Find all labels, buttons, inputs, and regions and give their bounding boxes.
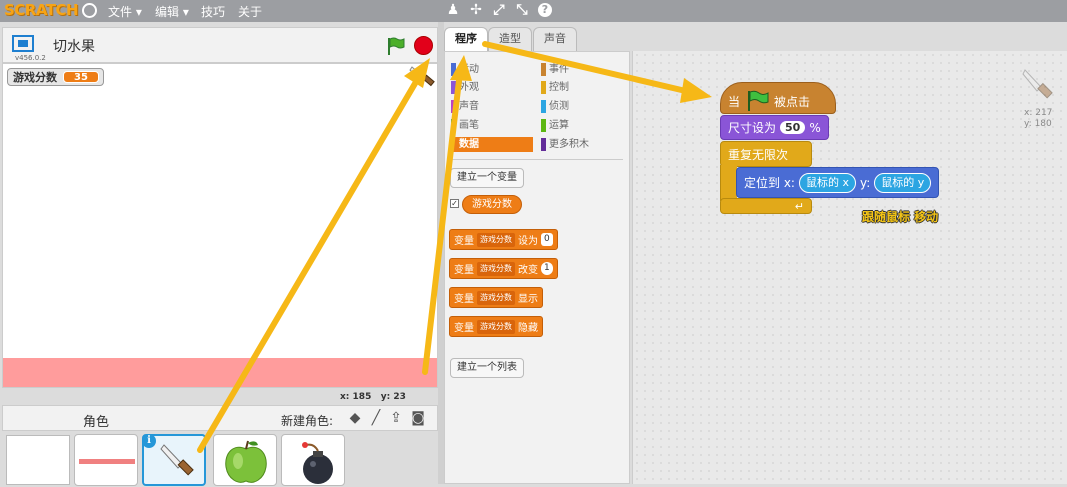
sprite-pane-header: 角色 新建角色: ◆ ╱ ⇪ ◙ xyxy=(2,405,438,431)
scratch-logo[interactable]: SCRATCH xyxy=(4,1,79,19)
set-variable-block[interactable]: 变量 游戏分数 设为 0 xyxy=(449,229,558,250)
when-flag-clicked-block[interactable]: 当 被点击 xyxy=(720,82,836,114)
brush-icon[interactable]: ╱ xyxy=(368,410,384,426)
mouse-y-reporter[interactable]: 鼠标的 y xyxy=(874,172,932,193)
sprites-label: 角色 xyxy=(83,415,110,430)
stage-header: 切水果 v456.0.2 xyxy=(2,27,438,63)
variable-visible-checkbox[interactable]: ✓ xyxy=(450,199,459,208)
variable-monitor-name: 游戏分数 xyxy=(13,71,57,84)
current-sprite-icon xyxy=(1022,69,1053,99)
tab-costumes[interactable]: 造型 xyxy=(488,27,532,51)
camera-icon[interactable]: ◙ xyxy=(410,410,426,426)
variable-monitor-value: 35 xyxy=(63,71,99,83)
variable-reporter[interactable]: 游戏分数 xyxy=(462,195,522,214)
stage-thumbnail[interactable] xyxy=(6,435,70,485)
mouse-x-value: 185 xyxy=(352,392,372,402)
loop-arrow-icon: ↵ xyxy=(794,199,804,213)
new-sprite-label: 新建角色: xyxy=(281,414,334,428)
variable-monitor[interactable]: 游戏分数 35 xyxy=(7,68,104,86)
category-sound[interactable]: 声音 xyxy=(451,99,533,114)
mouse-y-value: 23 xyxy=(393,392,406,402)
set-size-block[interactable]: 尺寸设为 50 % xyxy=(720,115,829,140)
knife-sprite-on-stage[interactable] xyxy=(408,64,436,90)
category-operators[interactable]: 运算 xyxy=(541,118,623,133)
fullscreen-icon[interactable] xyxy=(12,35,34,52)
language-globe-icon[interactable] xyxy=(82,3,97,18)
annotation-text: 跟随鼠标 移动 xyxy=(862,210,939,224)
help-icon[interactable]: ? xyxy=(538,3,552,17)
project-title[interactable]: 切水果 xyxy=(53,36,95,56)
category-looks[interactable]: 外观 xyxy=(451,80,533,95)
sprite-thumb-pink-line[interactable] xyxy=(74,434,138,486)
category-more-blocks[interactable]: 更多积木 xyxy=(541,137,623,152)
sprite-position: x: 217 y: 180 xyxy=(1024,108,1053,129)
forever-block[interactable]: 重复无限次 xyxy=(720,141,812,167)
knife-icon xyxy=(160,444,194,476)
category-events[interactable]: 事件 xyxy=(541,62,623,77)
palette-divider xyxy=(451,159,623,160)
menu-file[interactable]: 文件 ▾ xyxy=(108,3,142,20)
green-flag-icon[interactable] xyxy=(385,36,405,56)
duplicate-stamp-icon[interactable]: ♟ xyxy=(445,2,461,18)
goto-xy-block[interactable]: 定位到 x: 鼠标的 x y: 鼠标的 y xyxy=(736,167,940,198)
show-variable-block[interactable]: 变量 游戏分数 显示 xyxy=(449,287,543,308)
tab-sounds[interactable]: 声音 xyxy=(533,27,577,51)
green-flag-icon xyxy=(748,90,769,111)
shrink-icon[interactable]: ⤡ xyxy=(514,2,530,18)
upload-icon[interactable]: ⇪ xyxy=(388,410,404,426)
grow-icon[interactable]: ⤢ xyxy=(491,2,507,18)
sprite-thumb-knife[interactable]: i xyxy=(142,434,206,486)
cut-icon[interactable]: ✢ xyxy=(468,2,484,18)
apple-icon xyxy=(225,440,267,483)
category-motion[interactable]: 运动 xyxy=(451,62,533,77)
paint-icon[interactable]: ◆ xyxy=(347,410,363,426)
stop-icon[interactable] xyxy=(414,36,433,55)
menu-tips[interactable]: 技巧 xyxy=(201,3,225,20)
sprite-list: i xyxy=(2,431,438,486)
category-pen[interactable]: 画笔 xyxy=(451,118,533,133)
size-value[interactable]: 50 xyxy=(780,121,806,134)
stage-canvas[interactable]: 游戏分数 35 xyxy=(2,63,438,388)
mouse-x-reporter[interactable]: 鼠标的 x xyxy=(798,172,856,193)
script-area[interactable]: 当 被点击 尺寸设为 50 % 重复无限次 定位到 x: 鼠标的 x y: 鼠标… xyxy=(632,51,1067,484)
menu-edit[interactable]: 编辑 ▾ xyxy=(155,3,189,20)
bomb-icon xyxy=(302,442,333,484)
info-icon[interactable]: i xyxy=(142,434,156,448)
make-variable-button[interactable]: 建立一个变量 xyxy=(450,168,524,188)
menu-bar: SCRATCH 文件 ▾ 编辑 ▾ 技巧 关于 ♟ ✢ ⤢ ⤡ ? xyxy=(0,0,1067,22)
make-list-button[interactable]: 建立一个列表 xyxy=(450,358,524,378)
category-data[interactable]: 数据 xyxy=(451,137,533,152)
menu-about[interactable]: 关于 xyxy=(238,3,262,20)
tab-scripts[interactable]: 程序 xyxy=(444,27,488,53)
category-sensing[interactable]: 侦测 xyxy=(541,99,623,114)
hide-variable-block[interactable]: 变量 游戏分数 隐藏 xyxy=(449,316,543,337)
sprite-thumb-bomb[interactable] xyxy=(281,434,345,486)
category-control[interactable]: 控制 xyxy=(541,80,623,95)
slice-line-band xyxy=(3,358,437,387)
forever-block-end: ↵ xyxy=(720,198,812,214)
mouse-coordinates: x: 185 y: 23 xyxy=(340,392,406,402)
change-variable-block[interactable]: 变量 游戏分数 改变 1 xyxy=(449,258,558,279)
block-palette: 运动 外观 声音 画笔 数据 事件 控制 侦测 运算 更多积木 建立一个变量 ✓… xyxy=(444,51,630,484)
version-label: v456.0.2 xyxy=(15,54,46,62)
sprite-thumb-apple[interactable] xyxy=(213,434,277,486)
forever-block-side xyxy=(720,165,737,201)
